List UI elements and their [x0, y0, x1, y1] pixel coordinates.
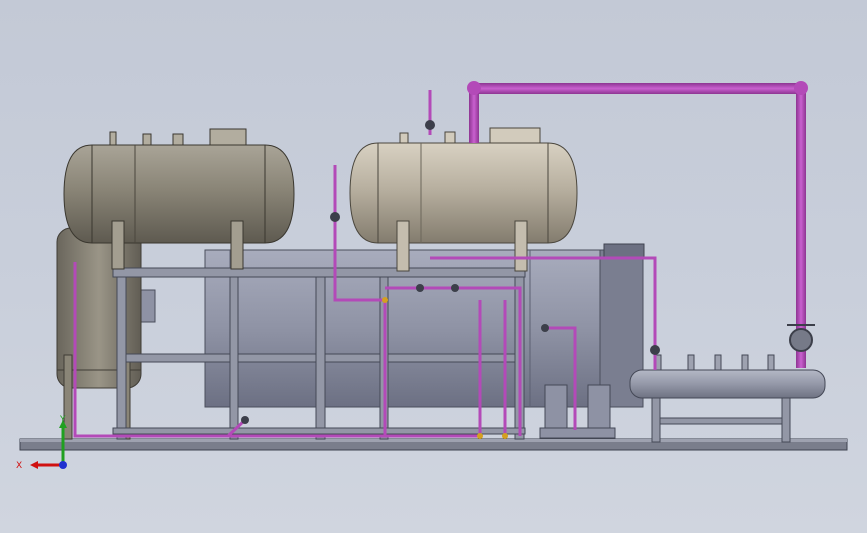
- z-axis-marker: [59, 461, 67, 469]
- left-vertical-tank: [56, 227, 142, 440]
- y-axis-label: Y: [59, 415, 66, 425]
- skid-base-frame: [19, 438, 848, 451]
- cad-viewport[interactable]: X Y: [0, 0, 867, 533]
- steam-header: [629, 354, 826, 443]
- x-axis-label: X: [16, 461, 22, 471]
